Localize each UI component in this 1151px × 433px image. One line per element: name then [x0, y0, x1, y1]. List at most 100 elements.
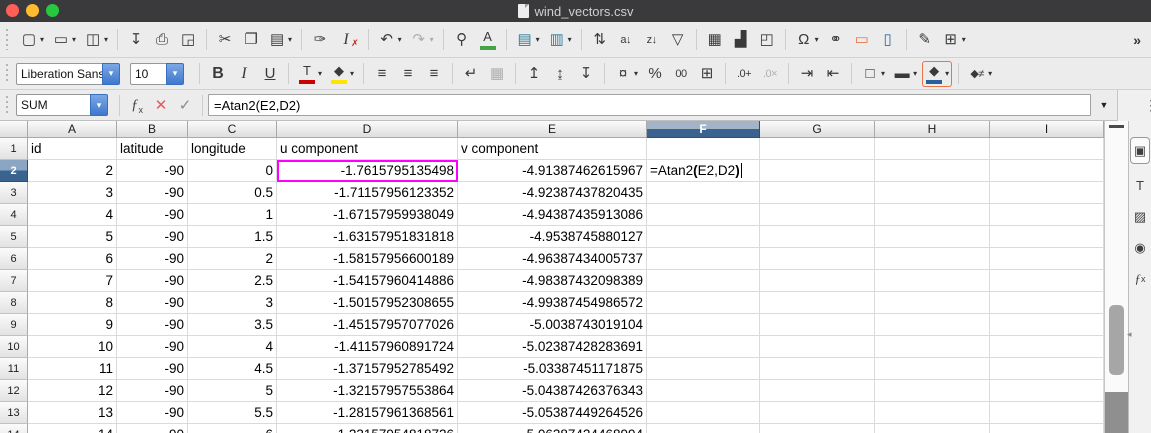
sort-descending-button[interactable]: z↓ — [640, 27, 664, 53]
cell-G11[interactable] — [760, 358, 875, 380]
cell-I8[interactable] — [990, 292, 1104, 314]
cell-A2[interactable]: 2 — [28, 160, 117, 182]
cell-A10[interactable]: 10 — [28, 336, 117, 358]
cell-G5[interactable] — [760, 226, 875, 248]
cell-H3[interactable] — [875, 182, 990, 204]
cell-I1[interactable] — [990, 138, 1104, 160]
cell-D3[interactable]: -1.71157956123352 — [277, 182, 458, 204]
cell-H13[interactable] — [875, 402, 990, 424]
cell-F4[interactable] — [647, 204, 760, 226]
cell-I7[interactable] — [990, 270, 1104, 292]
format-as-percent-button[interactable]: % — [643, 61, 667, 87]
underline-button[interactable]: U — [258, 61, 282, 87]
cell-F9[interactable] — [647, 314, 760, 336]
cell-I14[interactable] — [990, 424, 1104, 433]
cell-A12[interactable]: 12 — [28, 380, 117, 402]
cell-H2[interactable] — [875, 160, 990, 182]
font-size-dropdown[interactable]: ▾ — [166, 63, 184, 85]
freeze-rows-and-columns-dropdown[interactable]: ▾ — [962, 35, 966, 44]
border-style-dropdown[interactable]: ▾ — [913, 69, 917, 78]
print-preview-button[interactable]: ◲ — [176, 27, 200, 53]
insert-row-button[interactable]: ▤▾ — [513, 27, 543, 53]
cell-E5[interactable]: -4.9538745880127 — [458, 226, 647, 248]
cell-F8[interactable] — [647, 292, 760, 314]
cell-E2[interactable]: -4.91387462615967 — [458, 160, 647, 182]
expand-formula-bar-button[interactable]: ▼ — [1091, 100, 1117, 110]
cell-C1[interactable]: longitude — [188, 138, 277, 160]
clone-formatting-button[interactable]: ✑ — [308, 27, 332, 53]
function-wizard-button[interactable]: ƒx — [125, 96, 149, 115]
insert-special-character-dropdown[interactable]: ▾ — [815, 35, 819, 44]
delete-decimal-place-button[interactable]: .0× — [758, 61, 782, 87]
column-header-D[interactable]: D — [277, 121, 458, 138]
cell-F3[interactable] — [647, 182, 760, 204]
align-right-button[interactable]: ≡ — [422, 61, 446, 87]
cell-B8[interactable]: -90 — [117, 292, 188, 314]
cell-B7[interactable]: -90 — [117, 270, 188, 292]
highlighting-color-button[interactable]: ◆▾ — [327, 61, 357, 87]
open-button[interactable]: ▭▾ — [49, 27, 79, 53]
border-color-button[interactable]: ◆▾ — [922, 61, 952, 87]
cell-B11[interactable]: -90 — [117, 358, 188, 380]
cell-H8[interactable] — [875, 292, 990, 314]
merge-cells-button[interactable]: ▦ — [485, 61, 509, 87]
cell-I2[interactable] — [990, 160, 1104, 182]
name-box[interactable]: SUM ▾ — [16, 94, 108, 116]
cell-B10[interactable]: -90 — [117, 336, 188, 358]
cell-A14[interactable]: 14 — [28, 424, 117, 433]
new-document-dropdown[interactable]: ▾ — [40, 35, 44, 44]
cell-G2[interactable] — [760, 160, 875, 182]
cell-I3[interactable] — [990, 182, 1104, 204]
toolbar-grip[interactable] — [6, 64, 9, 83]
cell-H7[interactable] — [875, 270, 990, 292]
format-as-number-button[interactable]: 00 — [669, 61, 693, 87]
cell-C8[interactable]: 3 — [188, 292, 277, 314]
insert-row-dropdown[interactable]: ▾ — [536, 35, 540, 44]
cell-B14[interactable]: -90 — [117, 424, 188, 433]
cell-G14[interactable] — [760, 424, 875, 433]
sidebar-tab-functions[interactable]: ƒx — [1130, 267, 1150, 290]
cell-D8[interactable]: -1.50157952308655 — [277, 292, 458, 314]
save-button[interactable]: ◫▾ — [81, 27, 111, 53]
column-header-F[interactable]: F — [647, 121, 760, 138]
cell-B4[interactable]: -90 — [117, 204, 188, 226]
sort-button[interactable]: ⇅ — [588, 27, 612, 53]
name-box-value[interactable]: SUM — [16, 94, 90, 116]
cell-A4[interactable]: 4 — [28, 204, 117, 226]
add-decimal-place-button[interactable]: .0+ — [732, 61, 756, 87]
cell-I9[interactable] — [990, 314, 1104, 336]
row-header-11[interactable]: 11 — [0, 358, 28, 380]
cell-C13[interactable]: 5.5 — [188, 402, 277, 424]
toolbar-overflow-button[interactable]: » — [1133, 32, 1141, 48]
increase-indent-button[interactable]: ⇥ — [795, 61, 819, 87]
cell-D4[interactable]: -1.67157959938049 — [277, 204, 458, 226]
cell-B1[interactable]: latitude — [117, 138, 188, 160]
format-as-date-button[interactable]: ⊞ — [695, 61, 719, 87]
cell-D13[interactable]: -1.28157961368561 — [277, 402, 458, 424]
row-header-1[interactable]: 1 — [0, 138, 28, 160]
cell-A3[interactable]: 3 — [28, 182, 117, 204]
row-header-12[interactable]: 12 — [0, 380, 28, 402]
find-and-replace-button[interactable]: ⚲ — [450, 27, 474, 53]
cell-A11[interactable]: 11 — [28, 358, 117, 380]
cell-G10[interactable] — [760, 336, 875, 358]
cell-A9[interactable]: 9 — [28, 314, 117, 336]
insert-chart-button[interactable]: ▟ — [729, 27, 753, 53]
cell-I5[interactable] — [990, 226, 1104, 248]
format-as-currency-button[interactable]: ¤▾ — [611, 61, 641, 87]
toolbar-grip[interactable] — [6, 29, 9, 50]
insert-column-dropdown[interactable]: ▾ — [568, 35, 572, 44]
cell-B2[interactable]: -90 — [117, 160, 188, 182]
paste-dropdown[interactable]: ▾ — [288, 35, 292, 44]
insert-image-button[interactable]: ▦ — [703, 27, 727, 53]
export-pdf-button[interactable]: ↧ — [124, 27, 148, 53]
borders-dropdown[interactable]: ▾ — [881, 69, 885, 78]
row-header-3[interactable]: 3 — [0, 182, 28, 204]
row-header-5[interactable]: 5 — [0, 226, 28, 248]
cell-C2[interactable]: 0 — [188, 160, 277, 182]
row-header-7[interactable]: 7 — [0, 270, 28, 292]
zoom-button[interactable] — [46, 4, 59, 17]
cell-F7[interactable] — [647, 270, 760, 292]
cell-E9[interactable]: -5.0038743019104 — [458, 314, 647, 336]
cell-B5[interactable]: -90 — [117, 226, 188, 248]
